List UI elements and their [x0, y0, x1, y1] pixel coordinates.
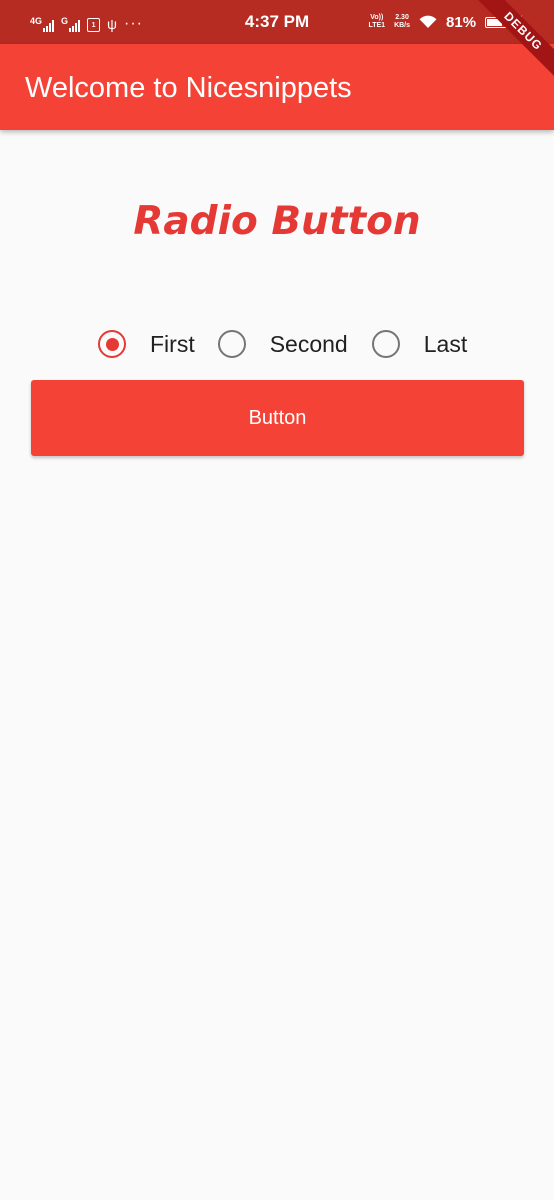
radio-button-first[interactable] — [98, 330, 126, 358]
radio-button-last[interactable] — [371, 330, 400, 358]
battery-icon — [485, 16, 511, 28]
volte-indicator: Vo)) LTE1 — [368, 14, 385, 30]
radio-group: First Second Last — [96, 322, 467, 366]
app-bar-title: Welcome to Nicesnippets — [25, 72, 352, 104]
wifi-icon — [419, 15, 437, 28]
radio-label-first[interactable]: First — [150, 331, 195, 358]
charging-icon: ⚡ — [511, 15, 526, 29]
primary-button[interactable]: Button — [31, 380, 524, 456]
status-bar-right: Vo)) LTE1 2.30 KB/s 81% ⚡ — [368, 12, 526, 32]
battery-percent: 81% — [446, 13, 477, 31]
page-heading: Radio Button — [133, 199, 421, 244]
network-speed: 2.30 KB/s — [394, 14, 410, 30]
app-bar: Welcome to Nicesnippets — [0, 44, 554, 130]
speed-value: 2.30 — [395, 14, 409, 21]
radio-button-second[interactable] — [217, 330, 246, 358]
radio-option-last[interactable]: Last — [371, 330, 467, 358]
radio-option-first[interactable]: First — [96, 330, 195, 358]
status-bar: 4G G 1 ψ ··· 4:37 PM Vo)) LTE1 2.30 KB/s… — [0, 0, 554, 44]
battery-fill — [487, 18, 502, 26]
radio-label-last[interactable]: Last — [424, 331, 467, 358]
speed-unit: KB/s — [394, 22, 411, 29]
volte-line: LTE1 — [368, 22, 386, 29]
volte-line: Vo)) — [370, 14, 384, 21]
radio-label-second[interactable]: Second — [270, 331, 348, 358]
radio-option-second[interactable]: Second — [217, 330, 348, 358]
